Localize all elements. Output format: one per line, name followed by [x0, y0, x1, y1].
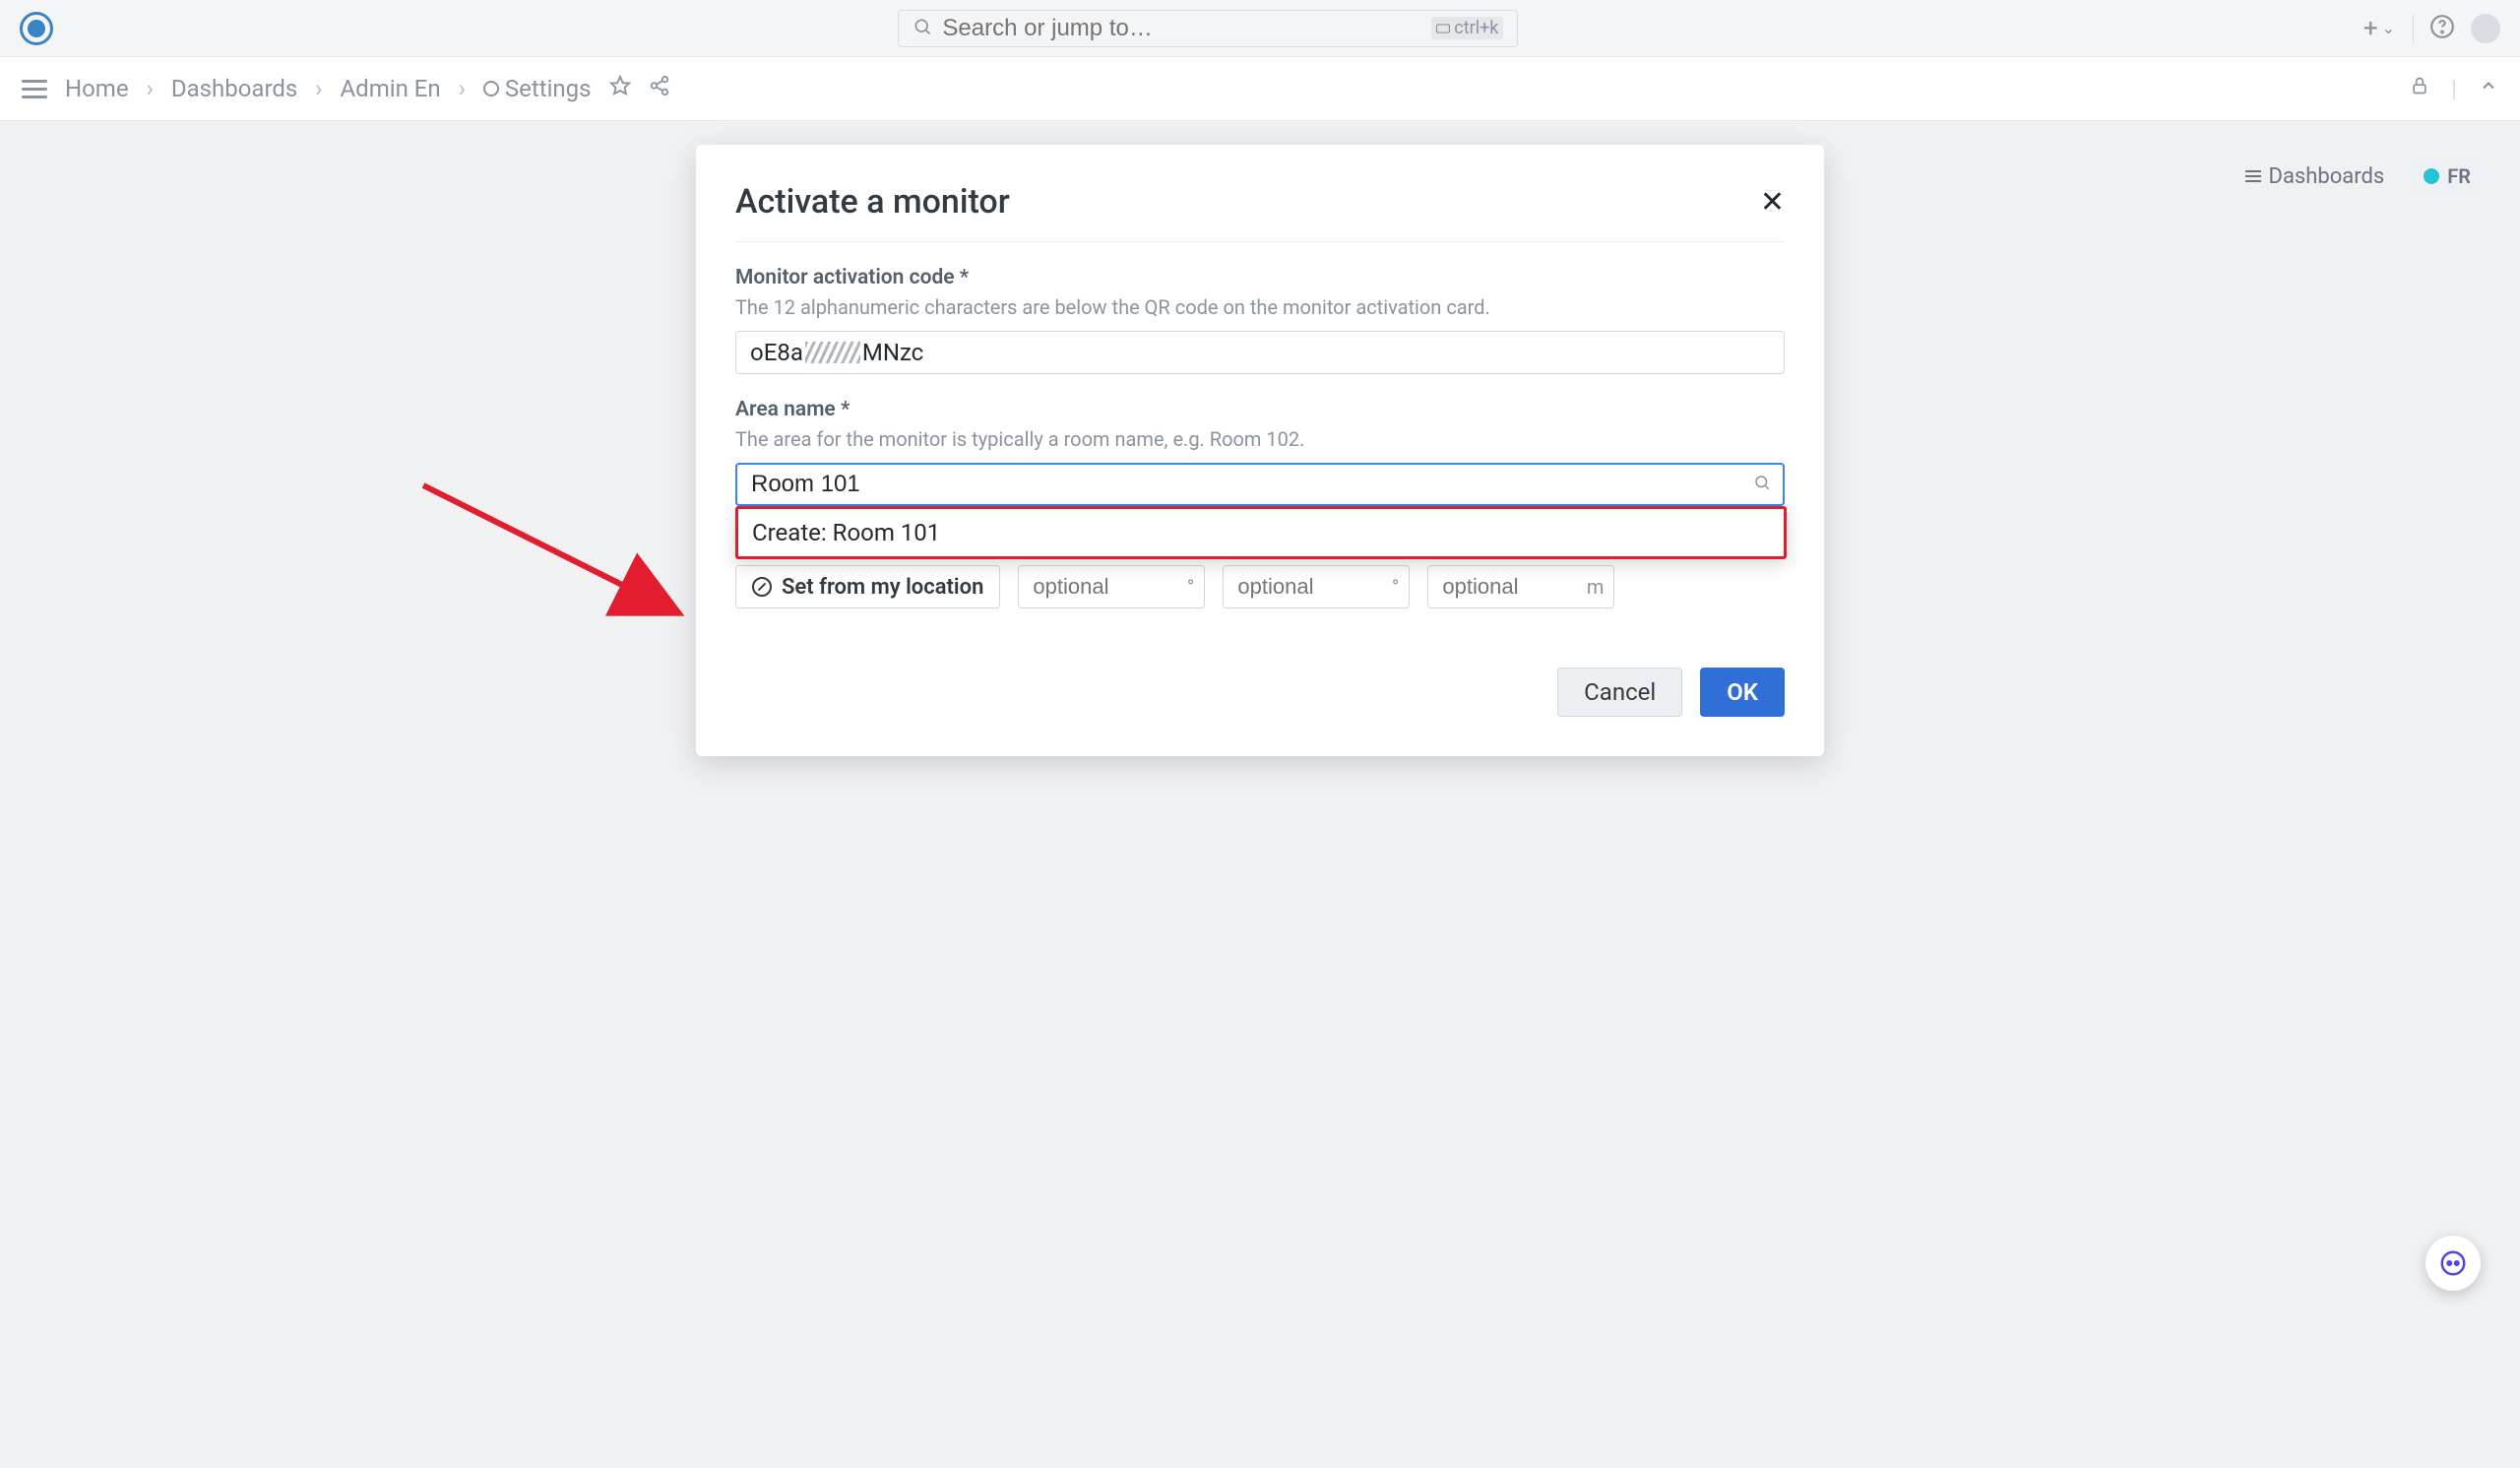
add-menu[interactable]: + ⌄ [2363, 14, 2414, 43]
gear-icon [483, 81, 499, 96]
create-area-option[interactable]: Create: Room 101 [738, 509, 1784, 556]
breadcrumb-settings[interactable]: Settings [483, 75, 592, 102]
menu-toggle-icon[interactable] [22, 80, 47, 98]
longitude-input[interactable]: ° [1223, 565, 1410, 608]
chevron-down-icon: ⌄ [2382, 19, 2395, 37]
list-icon [2245, 170, 2261, 182]
activation-code-help: The 12 alphanumeric characters are below… [735, 293, 1785, 321]
activation-code-field: Monitor activation code * The 12 alphanu… [735, 266, 1785, 374]
annotation-arrow [364, 416, 719, 653]
breadcrumb-admin[interactable]: Admin En [341, 75, 441, 102]
plus-icon: + [2363, 14, 2378, 43]
degree-unit: ° [1392, 575, 1399, 599]
user-avatar[interactable] [2471, 14, 2500, 43]
breadcrumb-sep: › [147, 75, 154, 102]
lock-icon[interactable] [2410, 76, 2429, 101]
area-name-help: The area for the monitor is typically a … [735, 425, 1785, 453]
page-body: Dashboards FR Activate a monitor ✕ Monit… [0, 121, 2520, 1468]
degree-unit: ° [1187, 575, 1194, 599]
global-search[interactable]: ctrl+k [898, 10, 1518, 47]
activate-monitor-modal: Activate a monitor ✕ Monitor activation … [696, 145, 1824, 756]
close-icon[interactable]: ✕ [1760, 185, 1785, 220]
search-icon [1753, 473, 1771, 496]
share-icon[interactable] [649, 75, 670, 102]
dashboards-link[interactable]: Dashboards [2245, 164, 2385, 189]
activation-code-label: Monitor activation code * [735, 266, 1785, 289]
area-name-dropdown: Create: Room 101 [735, 506, 1787, 559]
latitude-input[interactable]: ° [1018, 565, 1205, 608]
altitude-input[interactable]: m [1427, 565, 1614, 608]
shortcut-hint: ctrl+k [1431, 17, 1503, 39]
star-icon[interactable] [609, 75, 631, 102]
top-right-controls: + ⌄ [2363, 14, 2500, 43]
breadcrumb-sep: › [315, 75, 322, 102]
app-logo[interactable] [20, 12, 53, 45]
search-icon [913, 15, 932, 42]
breadcrumb-bar: Home › Dashboards › Admin En › Settings … [0, 57, 2520, 121]
ok-button[interactable]: OK [1700, 668, 1785, 717]
breadcrumb-dashboards[interactable]: Dashboards [171, 75, 297, 102]
area-name-field: Area name * The area for the monitor is … [735, 398, 1785, 506]
help-icon[interactable] [2429, 14, 2455, 43]
meter-unit: m [1587, 575, 1605, 599]
modal-actions: Cancel OK [735, 668, 1785, 717]
area-name-label: Area name * [735, 398, 1785, 421]
support-chat-button[interactable] [2426, 1236, 2481, 1291]
breadcrumb-home[interactable]: Home [65, 75, 129, 102]
chevron-up-icon[interactable] [2479, 76, 2498, 101]
modal-header: Activate a monitor ✕ [735, 182, 1785, 242]
area-name-input[interactable] [735, 463, 1785, 506]
breadcrumb-right: | [2410, 75, 2498, 102]
redacted-chars [805, 342, 860, 363]
set-from-location-button[interactable]: Set from my location [735, 565, 1000, 608]
page-toolbar: Dashboards FR [2245, 160, 2481, 192]
breadcrumb-sep: › [459, 75, 466, 102]
modal-title: Activate a monitor [735, 182, 1010, 222]
cancel-button[interactable]: Cancel [1557, 668, 1682, 717]
language-selector[interactable]: FR [2414, 160, 2481, 192]
search-wrapper: ctrl+k [53, 10, 2363, 47]
top-bar: ctrl+k + ⌄ [0, 0, 2520, 57]
compass-icon [752, 577, 772, 597]
activation-code-input[interactable]: oE8aMNzc [735, 331, 1785, 374]
location-row: Set from my location ° ° m [735, 565, 1785, 608]
search-input[interactable] [942, 15, 1421, 42]
status-dot-icon [2424, 168, 2439, 184]
